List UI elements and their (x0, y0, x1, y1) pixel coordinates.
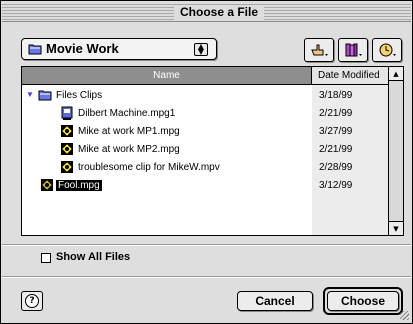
quicktime-movie-icon (61, 161, 73, 173)
help-button[interactable]: ? (21, 291, 43, 311)
file-name: Files Clips (56, 90, 103, 101)
file-name: Fool.mpg (56, 180, 102, 191)
quicktime-movie-icon (41, 179, 53, 191)
hand-icon (311, 44, 328, 56)
movie-file-icon (61, 106, 73, 120)
help-icon: ? (25, 294, 39, 308)
title-bar[interactable]: Choose a File (2, 2, 411, 22)
file-date: 2/21/99 (319, 108, 353, 119)
column-header-date[interactable]: Date Modified (312, 67, 388, 85)
location-label: Movie Work (46, 41, 119, 56)
dialog-window: Choose a File Movie Work ▲ ▼ Name Date M… (0, 0, 413, 324)
list-item[interactable]: Mike at work MP2.mpg 2/21/99 (22, 140, 388, 158)
quicktime-movie-icon (61, 143, 73, 155)
file-name: Dilbert Machine.mpg1 (78, 108, 176, 119)
vertical-scrollbar[interactable]: ▲ ▼ (388, 67, 403, 235)
file-date: 2/28/99 (319, 162, 353, 173)
show-all-files-checkbox[interactable] (41, 253, 51, 263)
show-all-files-label[interactable]: Show All Files (56, 250, 130, 264)
list-item[interactable]: Mike at work MP1.mpg 3/27/99 (22, 122, 388, 140)
list-item[interactable]: Fool.mpg 3/12/99 (22, 176, 388, 194)
popup-arrows-icon: ▲ ▼ (194, 43, 208, 56)
file-date: 2/21/99 (319, 144, 353, 155)
resize-grip-icon[interactable] (400, 311, 409, 320)
window-title: Choose a File (174, 5, 265, 20)
books-icon (345, 43, 362, 57)
divider (2, 276, 411, 278)
column-header-name[interactable]: Name (22, 67, 312, 85)
divider (2, 244, 411, 246)
file-date: 3/18/99 (319, 90, 353, 101)
favorites-button[interactable] (338, 38, 368, 62)
list-item[interactable]: troublesome clip for MikeW.mpv 2/28/99 (22, 158, 388, 176)
folder-icon (38, 90, 52, 101)
file-name: Mike at work MP2.mpg (78, 144, 180, 155)
file-name: troublesome clip for MikeW.mpv (78, 162, 220, 173)
file-name: Mike at work MP1.mpg (78, 126, 180, 137)
scroll-up-arrow-icon[interactable]: ▲ (389, 67, 403, 81)
location-popup[interactable]: Movie Work ▲ ▼ (21, 38, 217, 60)
shortcuts-button[interactable] (304, 38, 334, 62)
clock-icon (379, 43, 396, 57)
disclosure-triangle-icon[interactable]: ▼ (26, 90, 34, 99)
choose-button[interactable]: Choose (327, 291, 399, 311)
file-list: Name Date Modified ▼ Files Clips 3/18/99… (21, 66, 404, 236)
list-item[interactable]: Dilbert Machine.mpg1 2/21/99 (22, 104, 388, 122)
file-date: 3/27/99 (319, 126, 353, 137)
list-item[interactable]: ▼ Files Clips 3/18/99 (22, 86, 388, 104)
scroll-down-arrow-icon[interactable]: ▼ (389, 221, 403, 235)
folder-icon (28, 44, 42, 55)
cancel-button[interactable]: Cancel (237, 291, 313, 311)
recent-button[interactable] (372, 38, 402, 62)
quicktime-movie-icon (61, 125, 73, 137)
file-date: 3/12/99 (319, 180, 353, 191)
